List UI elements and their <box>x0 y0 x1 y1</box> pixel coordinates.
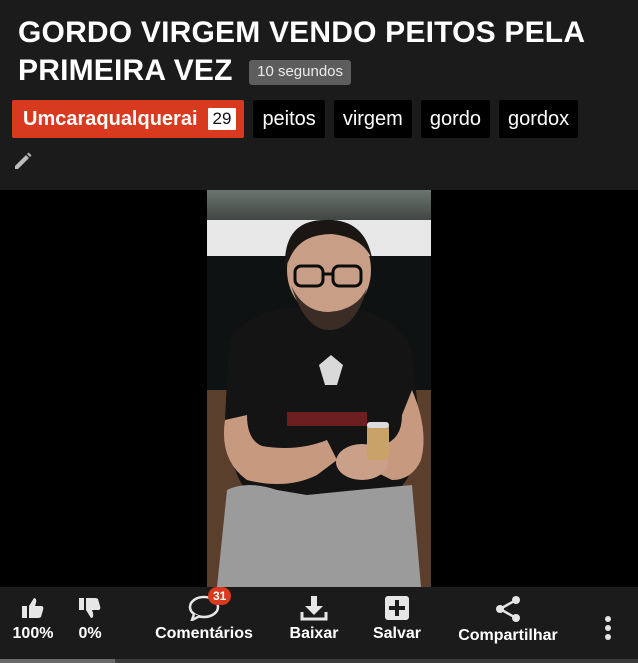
save-label: Salvar <box>372 625 422 642</box>
dislike-button[interactable]: 0% <box>70 595 110 643</box>
comments-count-badge: 31 <box>208 587 232 605</box>
thumbs-up-icon <box>10 595 56 621</box>
channel-name: Umcaraqualquerai <box>23 108 198 130</box>
pencil-icon[interactable] <box>12 150 34 172</box>
comments-button[interactable]: 31 Comentários <box>152 587 256 643</box>
share-icon <box>452 595 564 623</box>
title-block: GORDO VIRGEM VENDO PEITOS PELA PRIMEIRA … <box>18 14 628 90</box>
action-toolbar: 100% 0% 31 Comentários Baixar Salvar Com… <box>0 587 638 663</box>
tag-gordox[interactable]: gordox <box>498 100 579 138</box>
video-header: GORDO VIRGEM VENDO PEITOS PELA PRIMEIRA … <box>0 0 638 190</box>
video-frame[interactable] <box>207 190 431 587</box>
download-button[interactable]: Baixar <box>285 595 343 643</box>
tag-virgem[interactable]: virgem <box>333 100 412 138</box>
more-options-button[interactable] <box>598 615 618 641</box>
save-button[interactable]: Salvar <box>368 595 426 643</box>
comments-label: Comentários <box>155 625 253 642</box>
like-button[interactable]: 100% <box>10 595 56 643</box>
dislike-percent: 0% <box>78 625 102 642</box>
channel-tag[interactable]: Umcaraqualquerai 29 <box>12 100 245 138</box>
tag-peitos[interactable]: peitos <box>253 100 325 138</box>
rating-bar-fill <box>0 659 115 663</box>
download-icon <box>285 595 343 621</box>
share-label: Compartilhar <box>458 627 558 644</box>
share-button[interactable]: Compartilhar <box>452 595 564 645</box>
video-player[interactable] <box>0 190 638 587</box>
duration-badge: 10 segundos <box>249 60 352 85</box>
tag-gordo[interactable]: gordo <box>420 100 490 138</box>
download-label: Baixar <box>289 625 339 642</box>
channel-count: 29 <box>207 108 237 130</box>
like-percent: 100% <box>12 625 54 642</box>
thumbs-down-icon <box>70 595 110 621</box>
tag-bar: Umcaraqualquerai 29 peitos virgem gordo … <box>12 100 579 138</box>
vertical-dots-icon <box>598 615 618 641</box>
plus-square-icon <box>368 595 426 621</box>
video-still-image <box>207 190 431 587</box>
